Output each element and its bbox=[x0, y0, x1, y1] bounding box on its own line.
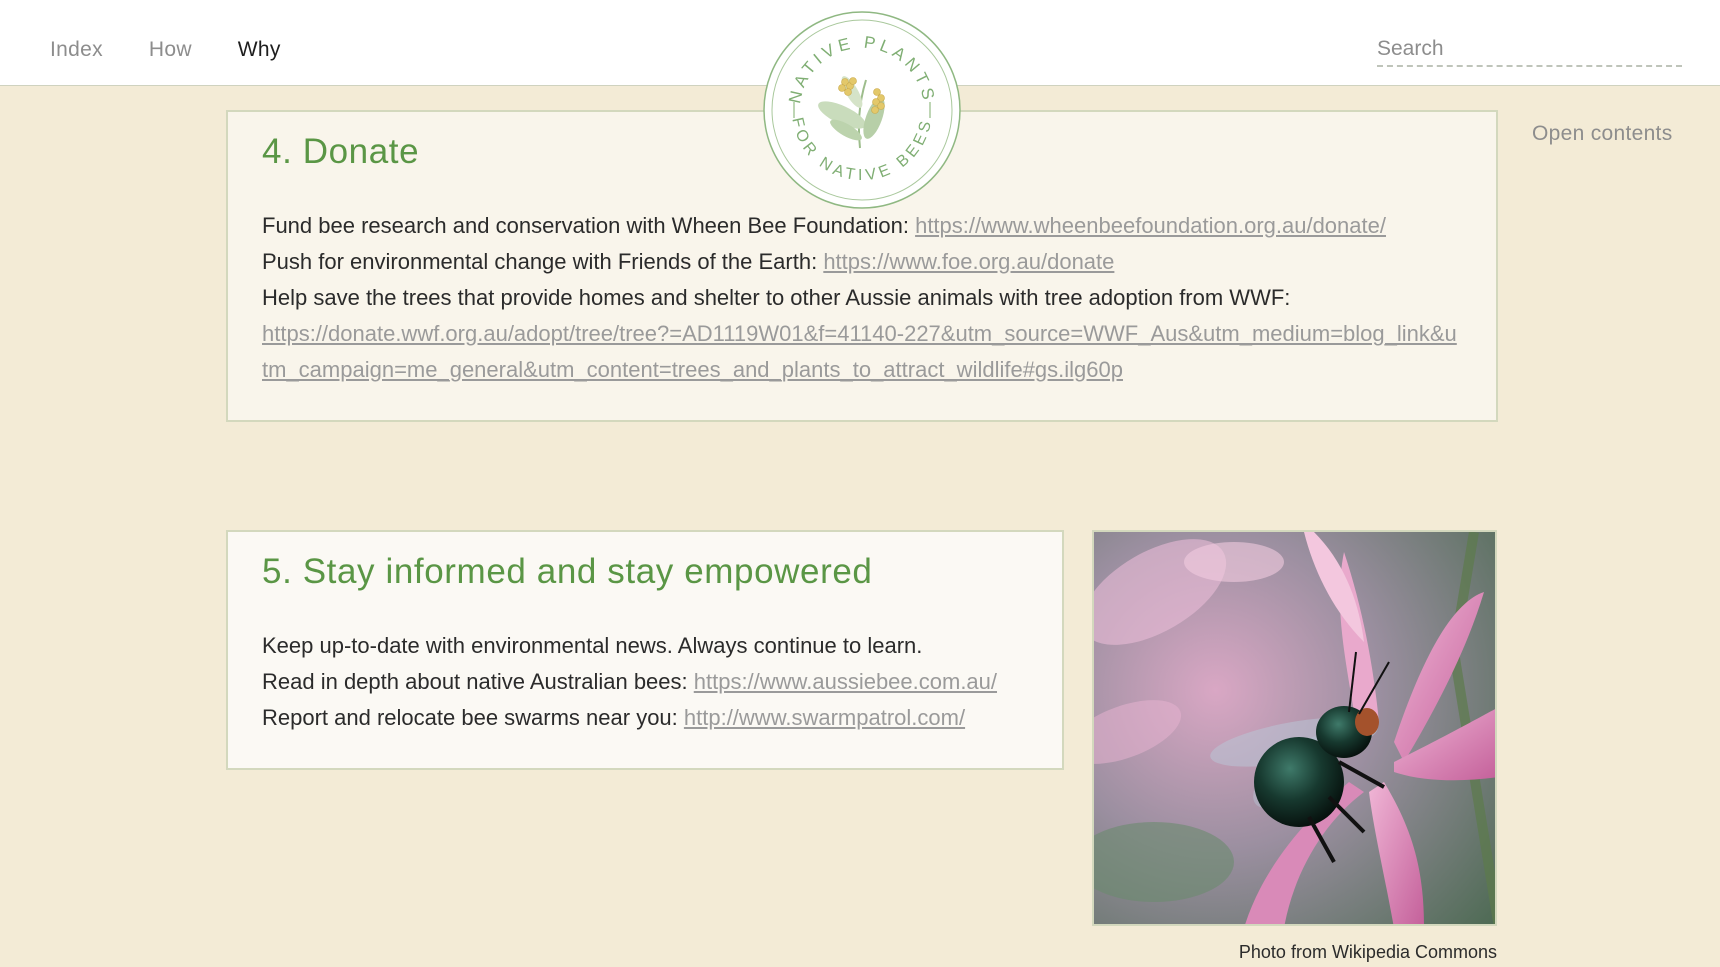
foe-link[interactable]: https://www.foe.org.au/donate bbox=[823, 249, 1114, 274]
nav-item-how[interactable]: How bbox=[149, 38, 192, 62]
aussiebee-link[interactable]: https://www.aussiebee.com.au/ bbox=[694, 669, 997, 694]
stay-line-swarm-text: Report and relocate bee swarms near you: bbox=[262, 705, 684, 730]
stay-line-aussiebee-text: Read in depth about native Australian be… bbox=[262, 669, 694, 694]
stay-line-aussiebee: Read in depth about native Australian be… bbox=[262, 664, 1062, 700]
donate-line-wwf-link: https://donate.wwf.org.au/adopt/tree/tre… bbox=[262, 316, 1462, 388]
site-logo[interactable]: NATIVE PLANTS FOR NATIVE BEES bbox=[762, 10, 962, 210]
open-contents-link[interactable]: Open contents bbox=[1532, 122, 1673, 146]
main-nav: Index How Why bbox=[50, 38, 281, 62]
wwf-tree-adoption-link[interactable]: https://donate.wwf.org.au/adopt/tree/tre… bbox=[262, 321, 1457, 382]
swarmpatrol-link[interactable]: http://www.swarmpatrol.com/ bbox=[684, 705, 965, 730]
native-plants-logo-icon: NATIVE PLANTS FOR NATIVE BEES bbox=[763, 11, 961, 209]
donate-body: Fund bee research and conservation with … bbox=[262, 208, 1462, 388]
photo-caption: Photo from Wikipedia Commons bbox=[1238, 942, 1497, 962]
donate-line-foe-text: Push for environmental change with Frien… bbox=[262, 249, 824, 274]
donate-line-wwf: Help save the trees that provide homes a… bbox=[262, 285, 1291, 310]
stay-informed-body: Keep up-to-date with environmental news.… bbox=[262, 628, 1062, 736]
donate-line-foe: Push for environmental change with Frien… bbox=[262, 244, 1462, 280]
search-input[interactable] bbox=[1377, 37, 1682, 67]
stay-informed-heading: 5. Stay informed and stay empowered bbox=[262, 552, 873, 591]
bee-on-flower-image bbox=[1094, 532, 1495, 924]
wheen-bee-link[interactable]: https://www.wheenbeefoundation.org.au/do… bbox=[915, 213, 1386, 238]
donate-line-wheen-text: Fund bee research and conservation with … bbox=[262, 213, 916, 238]
bee-photo bbox=[1092, 530, 1497, 926]
stay-line-swarm: Report and relocate bee swarms near you:… bbox=[262, 700, 1062, 736]
stay-informed-card: 5. Stay informed and stay empowered Keep… bbox=[226, 530, 1064, 770]
nav-item-why[interactable]: Why bbox=[238, 38, 281, 62]
nav-item-index[interactable]: Index bbox=[50, 38, 103, 62]
donate-line-wheen: Fund bee research and conservation with … bbox=[262, 208, 1462, 244]
stay-line-news: Keep up-to-date with environmental news.… bbox=[262, 633, 923, 658]
